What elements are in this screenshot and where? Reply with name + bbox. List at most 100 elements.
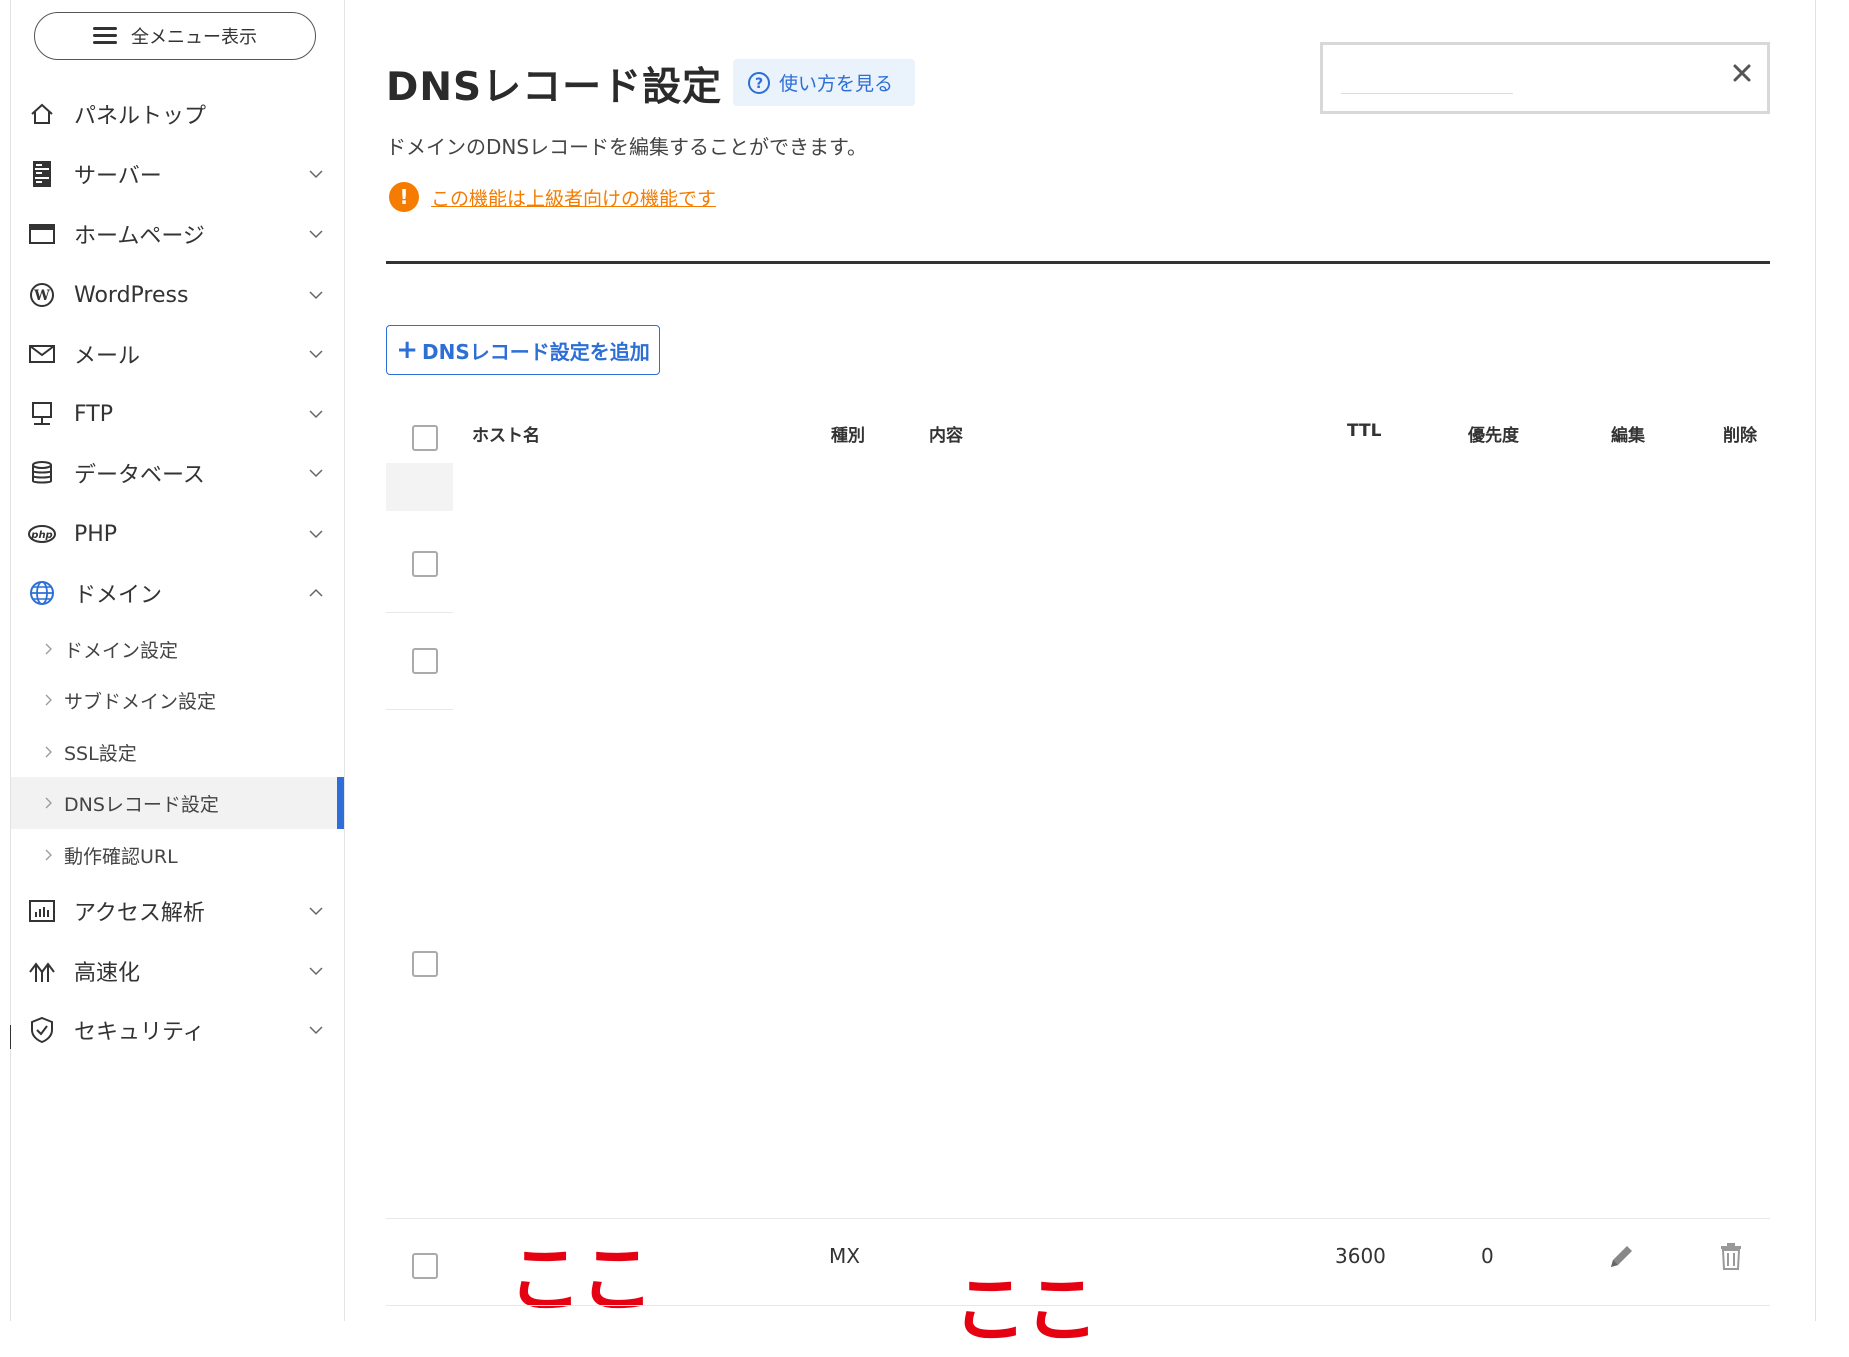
sidebar-item-security[interactable]: セキュリティ: [11, 1006, 344, 1054]
row-checkbox[interactable]: [412, 551, 438, 577]
ftp-monitor-icon: [28, 400, 56, 428]
row-checkbox[interactable]: [412, 951, 438, 977]
content-annotation: ここ: [953, 1267, 1099, 1353]
sidebar-item-speed[interactable]: 高速化: [11, 947, 344, 995]
row-checkbox[interactable]: [412, 1253, 438, 1279]
php-icon: php: [28, 520, 56, 548]
sidebar-item-label: ドメイン: [74, 583, 163, 608]
sidebar-item-server[interactable]: サーバー: [11, 150, 344, 198]
advanced-warning[interactable]: ! この機能は上級者向けの機能です: [389, 182, 716, 212]
chevron-down-icon: [309, 291, 323, 300]
plus-icon: +: [396, 335, 419, 365]
sidebar-subitem-domain-settings[interactable]: ドメイン設定: [11, 623, 344, 675]
column-header-priority: 優先度: [1468, 426, 1519, 446]
chevron-down-icon: [309, 907, 323, 916]
record-type: MX: [829, 1244, 860, 1268]
sidebar-item-mail[interactable]: メール: [11, 330, 344, 378]
pencil-icon[interactable]: [1607, 1241, 1635, 1271]
sidebar-item-label: FTP: [74, 401, 113, 427]
sidebar-item-label: データベース: [74, 463, 205, 488]
shield-icon: [28, 1016, 56, 1044]
chevron-down-icon: [309, 469, 323, 478]
sidebar-item-ftp[interactable]: FTP: [11, 390, 344, 438]
sidebar-item-label: パネルトップ: [74, 104, 207, 129]
sidebar: 全メニュー表示 パネルトップ サーバー ホームページ W WordPress メ…: [11, 0, 345, 1321]
sidebar-item-panel-top[interactable]: パネルトップ: [11, 90, 344, 138]
sidebar-subitem-ssl-settings[interactable]: SSL設定: [11, 726, 344, 778]
sidebar-subitem-test-url[interactable]: 動作確認URL: [11, 829, 344, 881]
add-dns-record-button[interactable]: + DNSレコード設定を追加: [386, 325, 660, 375]
sidebar-item-label: PHP: [74, 521, 118, 547]
sidebar-subitem-label: DNSレコード設定: [64, 793, 219, 816]
record-ttl: 3600: [1335, 1244, 1386, 1268]
question-circle-icon: ?: [748, 71, 770, 94]
chevron-down-icon: [309, 410, 323, 419]
sidebar-item-access-analytics[interactable]: アクセス解析: [11, 887, 344, 935]
host-annotation: ここ: [508, 1237, 654, 1323]
svg-text:?: ?: [755, 76, 763, 92]
wordpress-icon: W: [28, 281, 56, 309]
column-header-edit: 編集: [1611, 426, 1645, 446]
hamburger-icon: [93, 27, 117, 45]
sidebar-item-label: セキュリティ: [74, 1020, 205, 1045]
sidebar-subitem-label: ドメイン設定: [64, 639, 179, 662]
database-icon: [28, 459, 56, 487]
chevron-right-icon: [45, 746, 52, 758]
server-icon: [28, 160, 56, 188]
record-priority: 0: [1481, 1244, 1494, 1268]
sidebar-item-domain[interactable]: ドメイン: [11, 569, 344, 617]
sidebar-item-label: アクセス解析: [74, 901, 205, 926]
sidebar-subitem-label: サブドメイン設定: [64, 690, 217, 713]
column-header-ttl: TTL: [1347, 421, 1382, 441]
search-input[interactable]: [1341, 63, 1513, 94]
add-dns-record-label: DNSレコード設定を追加: [422, 339, 650, 364]
trash-icon[interactable]: [1717, 1241, 1745, 1271]
chart-icon: [28, 897, 56, 925]
sidebar-item-label: サーバー: [74, 164, 162, 189]
row-checkbox[interactable]: [412, 648, 438, 674]
all-menu-button[interactable]: 全メニュー表示: [34, 12, 316, 60]
exclamation-icon: !: [389, 182, 419, 212]
sidebar-item-label: 高速化: [74, 961, 141, 986]
browser-window-icon: [28, 220, 56, 248]
mail-icon: [28, 340, 56, 368]
advanced-warning-link[interactable]: この機能は上級者向けの機能です: [431, 184, 716, 211]
chevron-down-icon: [309, 967, 323, 976]
row-divider: [386, 1218, 1770, 1219]
help-button-label: 使い方を見る: [779, 73, 894, 95]
chevron-right-icon: [45, 643, 52, 655]
sidebar-item-wordpress[interactable]: W WordPress: [11, 271, 344, 319]
help-button[interactable]: ? 使い方を見る: [733, 59, 915, 106]
sidebar-subitem-dns-record-settings[interactable]: DNSレコード設定: [11, 777, 344, 829]
chevron-down-icon: [309, 530, 323, 539]
sidebar-item-label: ホームページ: [74, 224, 205, 249]
page-title: DNSレコード設定: [386, 65, 723, 110]
column-header-delete: 削除: [1723, 426, 1757, 446]
column-header-type: 種別: [831, 426, 865, 446]
sidebar-subitem-label: 動作確認URL: [64, 845, 178, 868]
sidebar-item-homepage[interactable]: ホームページ: [11, 210, 344, 258]
all-menu-label: 全メニュー表示: [131, 27, 257, 48]
sidebar-item-label: メール: [74, 344, 141, 369]
chevron-right-icon: [45, 849, 52, 861]
select-all-checkbox[interactable]: [412, 425, 438, 451]
column-header-content: 内容: [929, 426, 963, 446]
globe-icon: [28, 579, 56, 607]
sidebar-subitem-label: SSL設定: [64, 742, 137, 765]
chevron-down-icon: [309, 350, 323, 359]
column-header-host: ホスト名: [472, 426, 540, 446]
sidebar-item-database[interactable]: データベース: [11, 449, 344, 497]
chevron-up-icon: [309, 588, 323, 597]
sidebar-item-php[interactable]: php PHP: [11, 510, 344, 558]
sidebar-subitem-subdomain-settings[interactable]: サブドメイン設定: [11, 674, 344, 726]
chevron-right-icon: [45, 797, 52, 809]
window-right-border: [1815, 0, 1816, 1321]
header-divider: [386, 261, 1770, 264]
close-icon[interactable]: [1728, 59, 1756, 87]
sidebar-item-label: WordPress: [74, 282, 189, 308]
svg-text:php: php: [30, 530, 52, 541]
row-divider: [386, 612, 453, 613]
chevron-down-icon: [309, 230, 323, 239]
page-description: ドメインのDNSレコードを編集することができます。: [386, 135, 868, 159]
chevron-down-icon: [309, 1026, 323, 1035]
